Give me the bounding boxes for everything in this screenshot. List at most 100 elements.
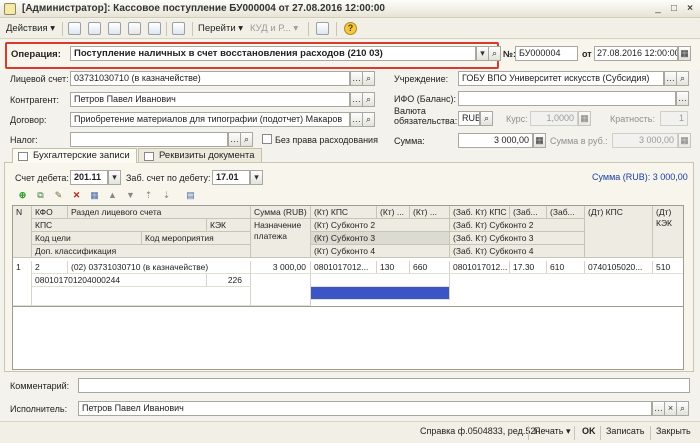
institution-search-icon[interactable]: ⌕ [676, 71, 689, 86]
print-button[interactable]: Печать ▾ [534, 426, 571, 437]
close-button[interactable]: Закрыть [656, 426, 691, 436]
col-header-target-code[interactable]: Код цели [32, 232, 142, 245]
goto-menu[interactable]: Перейти ▾ [198, 23, 243, 34]
cell-target-codes[interactable] [32, 287, 251, 306]
col-header-kps[interactable]: КПС [32, 219, 207, 232]
cell-n[interactable]: 1 [13, 261, 32, 306]
institution-field[interactable]: ГОБУ ВПО Университет искусств (Субсидия) [458, 71, 664, 86]
col-header-kt-2[interactable]: (Кт) ... [377, 206, 410, 219]
kud-menu[interactable]: КУД и Р... ▾ [250, 23, 298, 34]
sort-asc-icon[interactable]: ⇡ [143, 190, 154, 201]
col-header-sum[interactable]: Сумма (RUB) [251, 206, 311, 219]
move-down-icon[interactable]: ▼ [125, 190, 136, 201]
col-header-zab-2[interactable]: (Заб... [510, 206, 547, 219]
counterparty-search-icon[interactable]: ⌕ [362, 92, 375, 107]
help-icon[interactable]: ? [344, 22, 357, 35]
add-row-icon[interactable]: ⊕ [17, 190, 28, 201]
col-header-add-class[interactable]: Доп. классификация [32, 245, 251, 258]
write-button[interactable]: Записать [606, 426, 644, 436]
col-header-kfo[interactable]: КФО [32, 206, 68, 219]
sort-desc-icon[interactable]: ⇣ [161, 190, 172, 201]
tab-accounting-entries[interactable]: Бухгалтерские записи [12, 148, 137, 163]
cell-zab-2[interactable]: 17.30 [510, 261, 547, 274]
cell-kt-sub3-selected[interactable] [311, 287, 450, 300]
col-header-zab-sub4[interactable]: (Заб. Кт) Субконто 4 [450, 245, 585, 258]
col-header-kt-3[interactable]: (Кт) ... [410, 206, 450, 219]
copy-icon[interactable] [88, 22, 101, 35]
help-reference-link[interactable]: Справка ф.0504833, ред.52н [420, 426, 540, 436]
copy-row-icon[interactable]: ⧉ [35, 190, 46, 201]
select-row-icon[interactable]: ▦ [89, 190, 100, 201]
delete-icon[interactable] [128, 22, 141, 35]
counterparty-field[interactable]: Петров Павел Иванович [70, 92, 350, 107]
offbalance-field[interactable]: 17.01 [212, 170, 250, 185]
debit-account-field[interactable]: 201.11 [70, 170, 108, 185]
currency-search-icon[interactable]: ⌕ [480, 111, 493, 126]
debit-account-dropdown[interactable]: ▾ [108, 170, 121, 185]
ifo-select-button[interactable]: … [676, 91, 689, 106]
offbalance-dropdown[interactable]: ▾ [250, 170, 263, 185]
new-icon[interactable] [68, 22, 81, 35]
col-header-dt-kek[interactable]: (Дт) КЭК [653, 206, 683, 258]
cell-kt-sub2[interactable] [311, 274, 450, 287]
executor-field[interactable]: Петров Павел Иванович [78, 401, 652, 416]
personal-account-search-icon[interactable]: ⌕ [362, 71, 375, 86]
col-header-zab-sub2[interactable]: (Заб. Кт) Субконто 2 [450, 219, 585, 232]
tab-document-details[interactable]: Реквизиты документа [138, 148, 262, 163]
col-header-section[interactable]: Раздел лицевого счета [68, 206, 251, 219]
col-header-zab-kt-kps[interactable]: (Заб. Кт) КПС [450, 206, 510, 219]
move-up-icon[interactable]: ▲ [107, 190, 118, 201]
col-header-n[interactable]: N [13, 206, 32, 258]
col-header-kt-sub2[interactable]: (Кт) Субконто 2 [311, 219, 450, 232]
col-header-kt-sub4[interactable]: (Кт) Субконто 4 [311, 245, 450, 258]
col-header-kek[interactable]: КЭК [207, 219, 251, 232]
operation-field[interactable]: Поступление наличных в счет восстановлен… [70, 46, 476, 61]
comment-field[interactable] [78, 378, 690, 393]
cell-kt-2[interactable]: 130 [377, 261, 410, 274]
minimize-button[interactable]: _ [652, 3, 664, 15]
operation-search-icon[interactable]: ⌕ [488, 46, 501, 61]
personal-account-field[interactable]: 03731030710 (в казначействе) [70, 71, 350, 86]
tax-search-icon[interactable]: ⌕ [240, 132, 253, 147]
cell-zab-3[interactable]: 610 [547, 261, 585, 274]
cell-sum[interactable]: 3 000,00 [251, 261, 311, 274]
date-field[interactable]: 27.08.2016 12:00:00 [594, 46, 678, 61]
cell-dt-kps[interactable]: 0740105020... [585, 261, 653, 274]
col-header-purpose[interactable]: Назначение платежа [251, 219, 311, 258]
tax-field[interactable] [70, 132, 228, 147]
contract-search-icon[interactable]: ⌕ [362, 112, 375, 127]
col-header-zab-3[interactable]: (Заб... [547, 206, 585, 219]
cell-dt-kek[interactable]: 510 [653, 261, 683, 274]
actions-menu[interactable]: Действия ▾ [6, 23, 55, 34]
close-window-button[interactable]: × [684, 3, 696, 15]
cell-purpose[interactable] [251, 274, 311, 306]
number-field[interactable]: БУ000004 [515, 46, 578, 61]
col-header-zab-sub3[interactable]: (Заб. Кт) Субконто 3 [450, 232, 585, 245]
sum-field[interactable]: 3 000,00 [458, 133, 533, 148]
cell-kek[interactable]: 226 [207, 274, 251, 287]
col-header-dt-kps[interactable]: (Дт) КПС [585, 206, 653, 258]
col-header-kt-kps[interactable]: (Кт) КПС [311, 206, 377, 219]
delete-row-icon[interactable]: ✕ [71, 190, 82, 201]
no-right-checkbox[interactable] [262, 134, 272, 144]
col-header-event-code[interactable]: Код мероприятия [142, 232, 251, 245]
ok-button[interactable]: OK [582, 426, 596, 436]
calendar-icon[interactable]: ▦ [678, 46, 691, 61]
cell-kfo[interactable]: 2 [32, 261, 68, 274]
cell-kt-3[interactable]: 660 [410, 261, 450, 274]
contract-field[interactable]: Приобретение материалов для типографии (… [70, 112, 350, 127]
structure-icon[interactable] [172, 22, 185, 35]
cell-zab-kps[interactable]: 0801017012... [450, 261, 510, 274]
executor-search-icon[interactable]: ⌕ [676, 401, 689, 416]
report-icon[interactable] [316, 22, 329, 35]
ifo-field[interactable] [458, 91, 676, 106]
grid-settings-icon[interactable]: ▤ [185, 190, 196, 201]
col-header-kt-sub3[interactable]: (Кт) Субконто 3 [311, 232, 450, 245]
edit-row-icon[interactable]: ✎ [53, 190, 64, 201]
cell-section[interactable]: (02) 03731030710 (в казначействе) [68, 261, 251, 274]
cell-kt-kps[interactable]: 0801017012... [311, 261, 377, 274]
edit-icon[interactable] [108, 22, 121, 35]
maximize-button[interactable]: □ [668, 3, 680, 15]
cell-kps[interactable]: 080101701204000244 [32, 274, 207, 287]
sum-calculator-icon[interactable]: ▦ [533, 133, 546, 148]
